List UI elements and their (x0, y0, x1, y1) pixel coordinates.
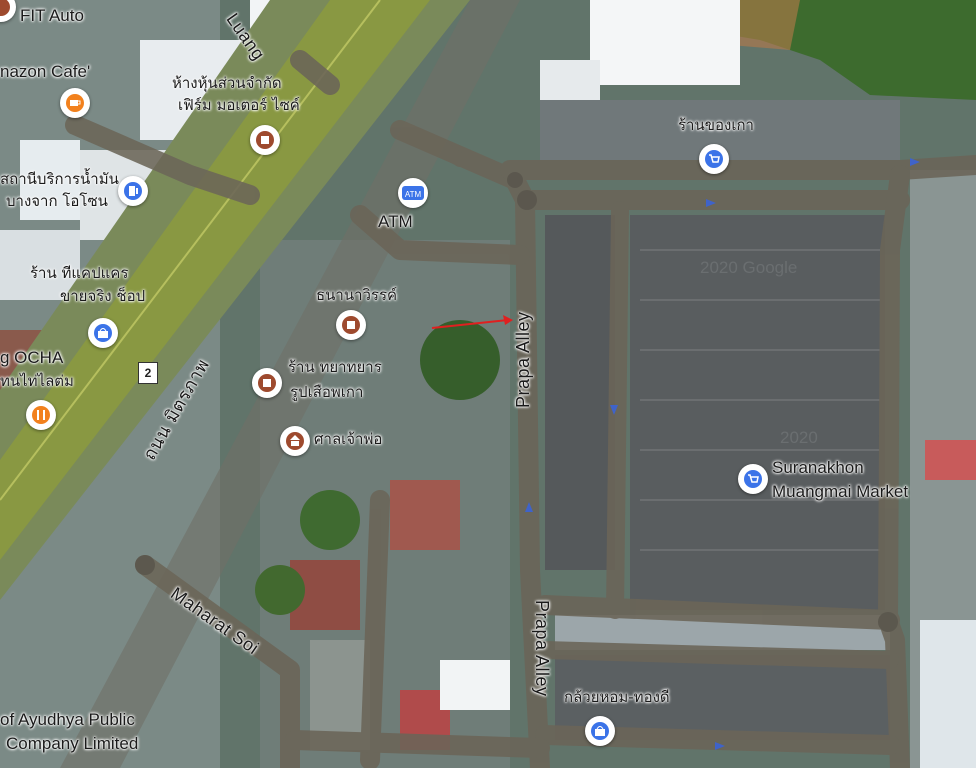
label-bank-line1[interactable]: of Ayudhya Public (0, 710, 135, 729)
label-atm[interactable]: ATM (378, 212, 413, 231)
label-th-shrine[interactable]: ศาลเจ้าพ่อ (314, 430, 382, 449)
label-prapa-alley-1: Prapa Alley (513, 311, 533, 408)
shopping-bag-icon[interactable] (585, 716, 615, 746)
route-shield: 2 (138, 362, 158, 384)
restaurant-icon[interactable] (26, 400, 56, 430)
label-th-gas-1[interactable]: สถานีบริการน้ำมัน (0, 170, 119, 189)
shop-icon[interactable] (252, 368, 282, 398)
atm-icon[interactable]: ATM (398, 178, 428, 208)
shopping-bag-icon[interactable] (88, 318, 118, 348)
label-th-shop-2a[interactable]: ร้าน ทยาทยาร (288, 358, 382, 377)
shop-icon[interactable] (336, 310, 366, 340)
label-ocha-1[interactable]: g OCHA (0, 348, 63, 367)
label-market-line1[interactable]: Suranakhon (772, 458, 864, 477)
shop-icon[interactable] (250, 125, 280, 155)
label-ocha-2[interactable]: ทนไท่ไลต่ม (0, 372, 74, 391)
label-bank-line2[interactable]: Company Limited (6, 734, 138, 753)
label-fit-auto[interactable]: FIT Auto (20, 6, 84, 25)
cafe-icon[interactable] (60, 88, 90, 118)
label-th-store-1[interactable]: ร้าน ทีแคปแคร (30, 264, 128, 283)
cart-icon[interactable] (738, 464, 768, 494)
label-th-shop-2b[interactable]: รูปเสือพเกา (290, 383, 363, 402)
atm-icon-text: ATM (405, 190, 422, 199)
label-th-gas-2[interactable]: บางจาก โอโซน (6, 192, 108, 211)
label-th-market-top[interactable]: ร้านของเกา (678, 116, 754, 135)
label-th-top-shop-1[interactable]: ห้างหุ้นส่วนจำกัด (172, 74, 282, 93)
imagery-watermark: 2020 (780, 428, 818, 447)
label-th-bottom-shop[interactable]: กล้วยหอม-ทองดี (564, 688, 670, 707)
label-th-store-2[interactable]: ขายจริง ช็อป (60, 287, 145, 306)
label-prapa-alley-2: Prapa Alley (532, 600, 552, 697)
label-th-top-shop-2[interactable]: เฟิร์ม มอเตอร์ ไซค์ (178, 96, 300, 115)
gas-station-icon[interactable] (118, 176, 148, 206)
shrine-icon[interactable] (280, 426, 310, 456)
label-market-line2[interactable]: Muangmai Market (772, 482, 908, 501)
map-satellite[interactable] (0, 0, 976, 768)
label-th-pharmacy[interactable]: ธนานาวิรรค์ (316, 286, 397, 305)
label-amazon-cafe[interactable]: nazon Cafe' (0, 62, 90, 81)
cart-icon[interactable] (699, 144, 729, 174)
imagery-watermark: 2020 Google (700, 258, 798, 277)
